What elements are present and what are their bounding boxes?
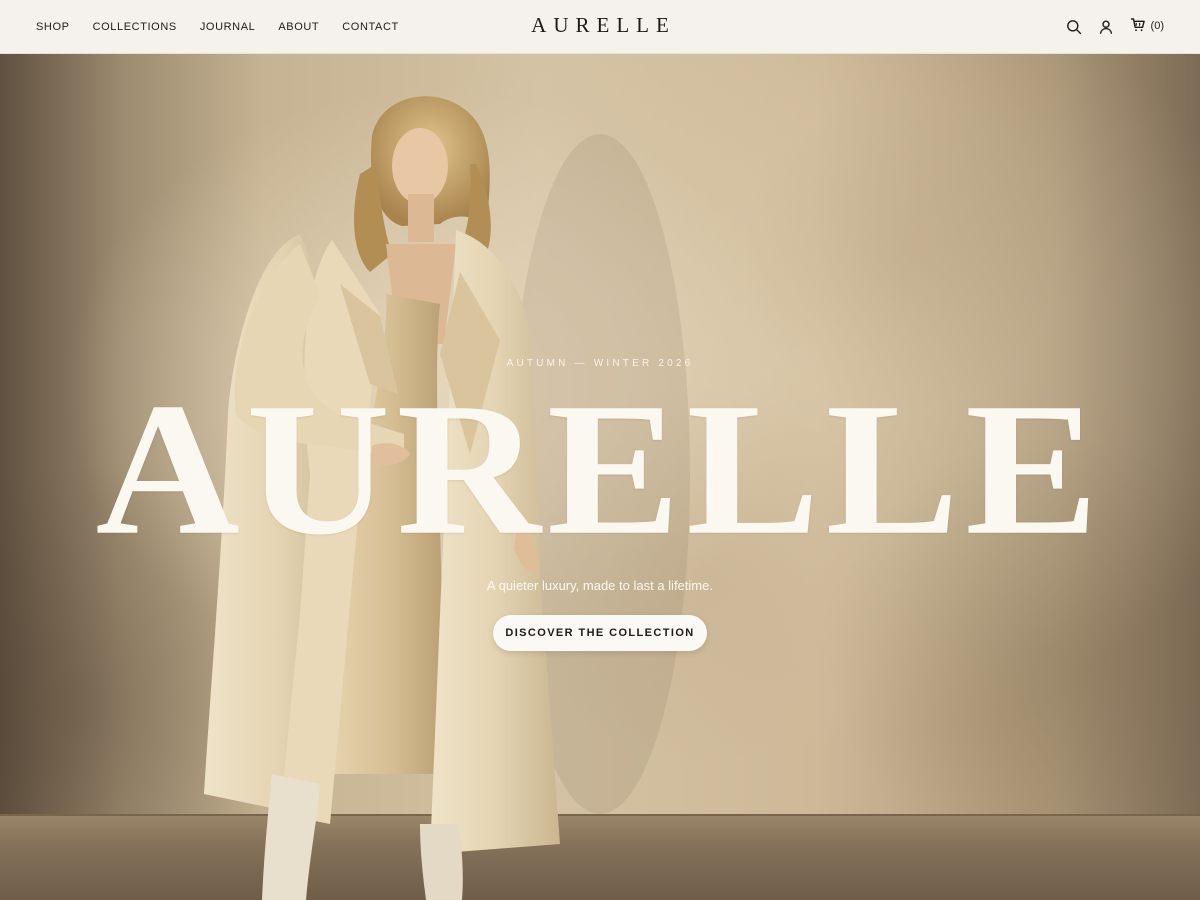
nav-link-journal[interactable]: JOURNAL [200,21,256,33]
primary-nav: SHOP COLLECTIONS JOURNAL ABOUT CONTACT [36,0,399,54]
nav-link-collections[interactable]: COLLECTIONS [93,21,177,33]
hero-tagline: A quieter luxury, made to last a lifetim… [487,578,713,593]
brand-logo[interactable]: AURELLE [524,13,676,37]
search-icon[interactable] [1066,19,1082,35]
discover-collection-button[interactable]: DISCOVER THE COLLECTION [493,615,707,651]
cart-button[interactable]: (0) [1130,17,1164,38]
nav-link-about[interactable]: ABOUT [278,21,319,33]
hero-wordmark: AURELLE [95,364,1105,575]
hero-section: AUTUMN — WINTER 2026 AURELLE A quieter l… [0,54,1200,900]
cart-icon [1130,17,1146,38]
nav-link-contact[interactable]: CONTACT [342,21,399,33]
cart-count: (0) [1150,19,1164,32]
top-navigation: SHOP COLLECTIONS JOURNAL ABOUT CONTACT A… [0,0,1200,54]
utility-nav: (0) [1066,0,1164,54]
account-icon[interactable] [1098,19,1114,35]
nav-link-shop[interactable]: SHOP [36,21,70,33]
